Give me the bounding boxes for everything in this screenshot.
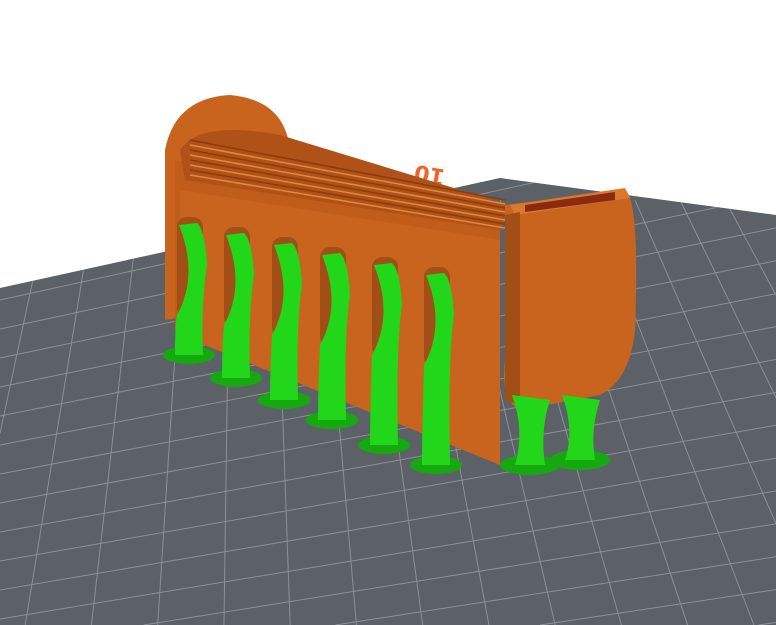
grid-line — [0, 0, 262, 68]
grid-line — [0, 0, 380, 97]
scene: 10 — [0, 0, 776, 625]
grid-line — [0, 0, 147, 39]
grid-line — [0, 0, 633, 155]
grid-line — [0, 0, 37, 10]
grid-line — [769, 199, 776, 211]
3d-viewport[interactable]: 10 — [0, 0, 776, 625]
grid-line — [0, 199, 6, 220]
grid-line — [0, 178, 767, 185]
